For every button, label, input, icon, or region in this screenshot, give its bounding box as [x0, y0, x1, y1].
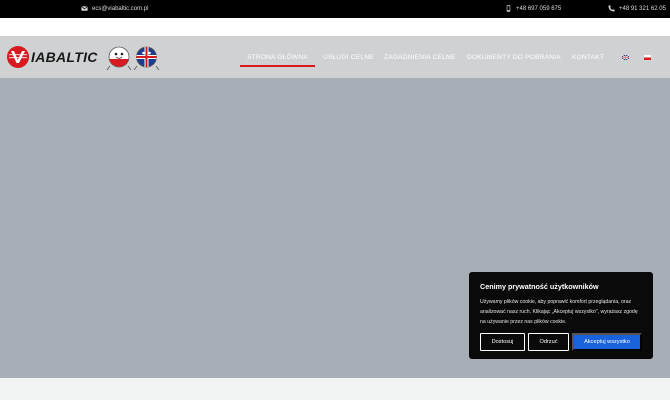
mobile-phone-text: +48 697 059 675 [516, 5, 562, 12]
content-strip [0, 378, 670, 400]
landline-phone-link[interactable]: +48 91 321 62 05 [608, 5, 666, 12]
mascot-poland-icon [106, 46, 132, 71]
envelope-icon [81, 6, 88, 11]
site-header: IABALTIC STRONA GŁÓWNA USŁUGI CELNE ZAGA… [0, 36, 670, 78]
landline-phone-text: +48 91 321 62 05 [619, 5, 666, 12]
nav-home[interactable]: STRONA GŁÓWNA [240, 36, 315, 78]
pl-flag-icon[interactable] [644, 55, 651, 60]
top-contact-bar: ecs@viabaltic.com.pl +48 697 059 675 +48… [0, 0, 670, 18]
mobile-phone-link[interactable]: +48 697 059 675 [505, 5, 561, 12]
cookie-accept-all-button[interactable]: Akceptuj wszystko [572, 333, 642, 351]
cookie-description: Używamy plików cookie, aby poprawić komf… [480, 299, 638, 325]
logo-text: IABALTIC [31, 49, 98, 65]
nav-contact[interactable]: KONTAKT [572, 36, 604, 78]
email-text: ecs@viabaltic.com.pl [92, 5, 149, 12]
spacer-bar [0, 18, 670, 36]
phone-icon [608, 5, 615, 12]
cookie-reject-button[interactable]: Odrzuć [528, 333, 569, 351]
cookie-customize-button[interactable]: Dostosuj [480, 333, 525, 351]
nav-downloads[interactable]: DOKUMENTY DO POBRANIA [467, 36, 561, 78]
nav-customs-issues[interactable]: ZAGADNIENIA CELNE [384, 36, 456, 78]
mascot-uk-icon [133, 46, 160, 71]
v-emblem-icon [7, 46, 29, 68]
email-link[interactable]: ecs@viabaltic.com.pl [81, 5, 148, 12]
cookie-consent-dialog: Cenimy prywatność użytkowników Używamy p… [469, 272, 653, 359]
en-flag-icon[interactable] [622, 55, 629, 60]
mobile-phone-icon [506, 5, 511, 12]
cookie-title: Cenimy prywatność użytkowników [480, 282, 599, 291]
viabaltic-logo[interactable]: IABALTIC [6, 45, 98, 69]
nav-customs-services[interactable]: USŁUGI CELNE [323, 36, 374, 78]
